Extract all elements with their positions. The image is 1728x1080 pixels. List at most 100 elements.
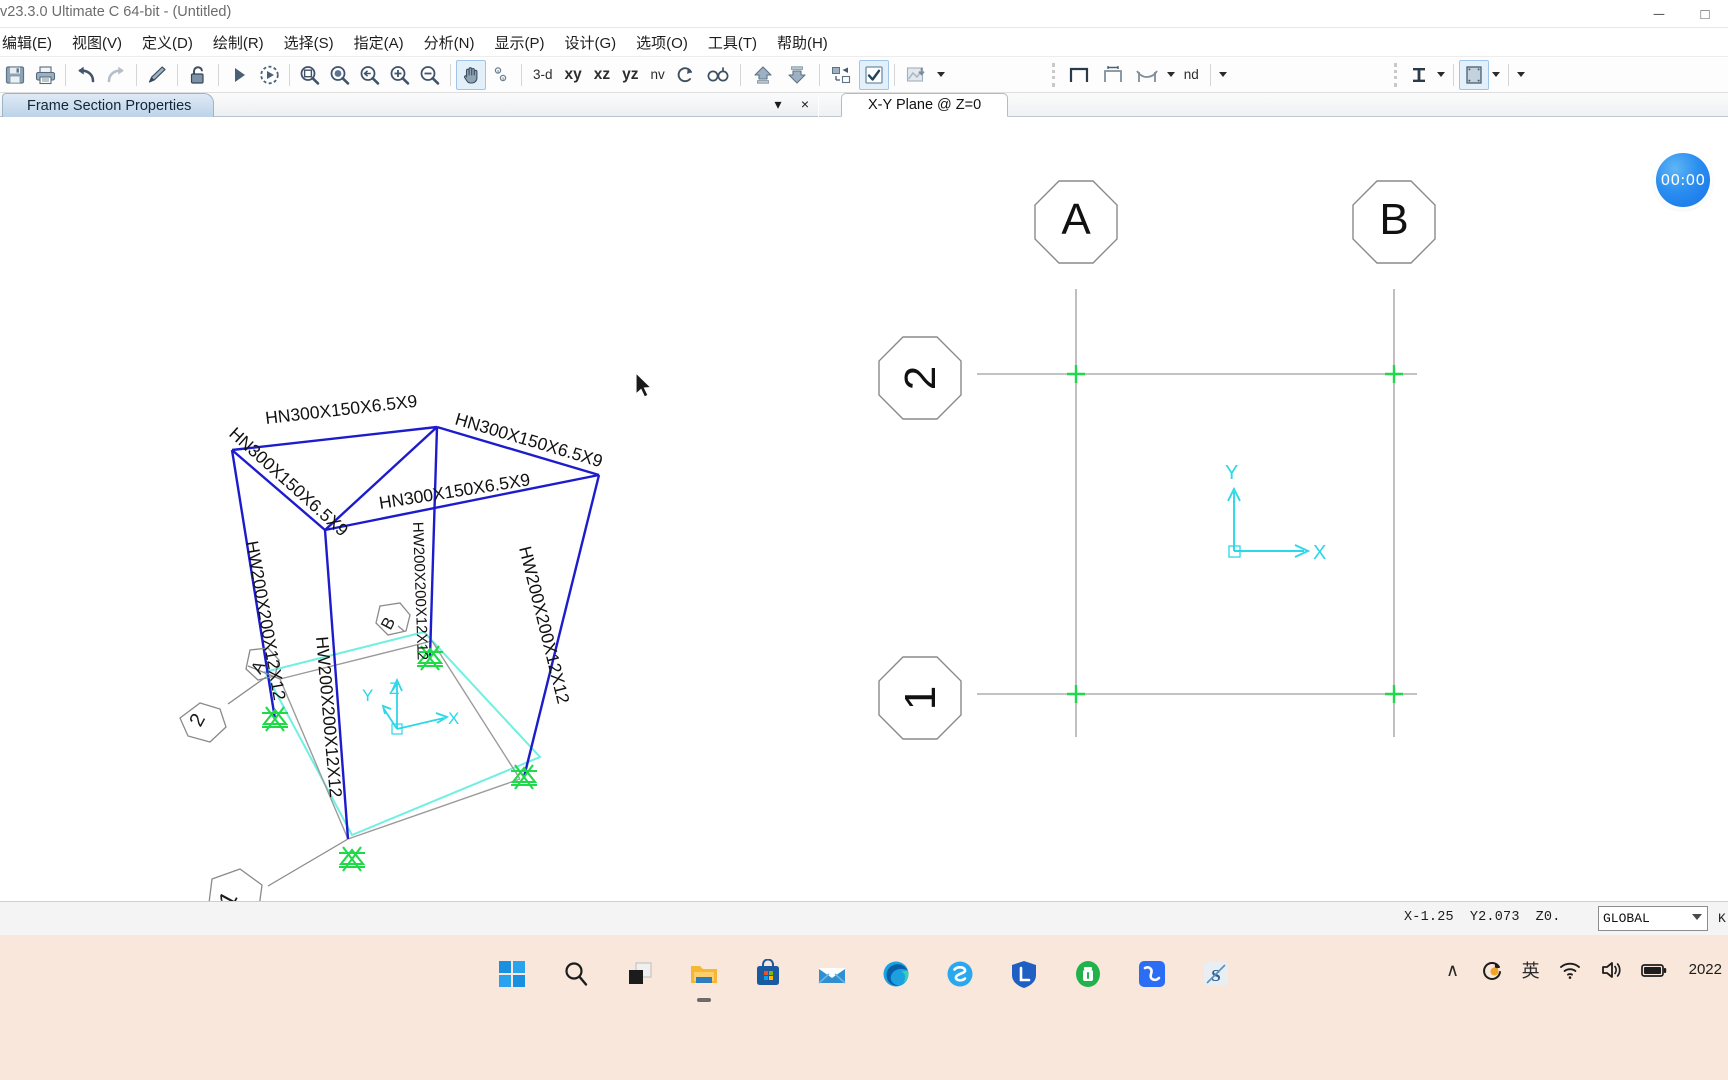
check-model-icon[interactable] (858, 59, 889, 90)
model-3d-canvas[interactable]: A B 1 2 Z X Y HN300X150X6.5X9 HN300X150X… (0, 117, 818, 901)
toolbar-separator (1507, 63, 1509, 86)
start-button[interactable] (491, 953, 533, 995)
menu-assign[interactable]: 指定(A) (344, 30, 414, 55)
print-icon[interactable] (30, 60, 60, 90)
menu-draw[interactable]: 绘制(R) (203, 30, 274, 55)
toolbar-grip[interactable] (1393, 62, 1397, 87)
set-select-mode-icon[interactable] (825, 60, 859, 90)
view-xz-button[interactable]: xz (588, 66, 616, 84)
wps-icon[interactable] (1131, 953, 1173, 995)
edge-icon[interactable] (875, 953, 917, 995)
battery-icon[interactable] (1640, 957, 1668, 983)
view-xy-button[interactable]: xy (559, 66, 588, 84)
section-i-beam-icon[interactable] (1404, 60, 1434, 90)
menu-display[interactable]: 显示(P) (484, 30, 554, 55)
nd-caret-icon[interactable] (1216, 60, 1230, 90)
menu-view[interactable]: 视图(V) (62, 30, 132, 55)
section-caret-icon[interactable] (1434, 60, 1448, 90)
menu-bar: 编辑(E) 视图(V) 定义(D) 绘制(R) 选择(S) 指定(A) 分析(N… (0, 28, 1728, 57)
move-up-icon[interactable] (746, 60, 780, 90)
menu-edit[interactable]: 编辑(E) (0, 30, 62, 55)
zoom-previous-icon[interactable] (355, 60, 385, 90)
tray-chevron-up-icon[interactable]: ∧ (1443, 957, 1463, 983)
model-grid-bubble-b: B (377, 614, 399, 633)
svg-text:S: S (1211, 966, 1220, 985)
sync-icon[interactable] (1480, 957, 1504, 983)
run-analysis-icon[interactable] (224, 60, 254, 90)
lenovo-icon[interactable] (1003, 953, 1045, 995)
draw-cable-icon[interactable] (1130, 60, 1164, 90)
redo-icon[interactable] (101, 60, 131, 90)
run-analysis-options-icon[interactable] (254, 60, 284, 90)
panel-close-icon[interactable]: × (798, 95, 812, 113)
view-tab-strip: X-Y Plane @ Z=0 (819, 93, 1728, 117)
maximize-button[interactable]: □ (1682, 0, 1728, 28)
model-3d-view[interactable]: A B 1 2 Z X Y HN300X150X6.5X9 HN300X150X… (0, 117, 818, 901)
menu-design[interactable]: 设计(G) (554, 30, 626, 55)
file-explorer-icon[interactable] (683, 953, 725, 1002)
rubber-band-zoom-icon[interactable]: a a (486, 60, 516, 90)
nd-button[interactable]: nd (1178, 67, 1205, 82)
area-section-icon[interactable] (1458, 59, 1489, 90)
edit-pen-icon[interactable] (142, 60, 172, 90)
toolbar-separator (739, 63, 741, 86)
view-3d-button[interactable]: 3-d (527, 67, 559, 82)
move-down-icon[interactable] (780, 60, 814, 90)
menu-define[interactable]: 定义(D) (132, 30, 203, 55)
zoom-out-icon[interactable] (415, 60, 445, 90)
2345-browser-icon[interactable] (939, 953, 981, 995)
menu-select[interactable]: 选择(S) (274, 30, 344, 55)
save-icon[interactable] (0, 60, 30, 90)
grid-bubble-b-label: B (1379, 195, 1408, 244)
toolbar-grip[interactable] (1051, 62, 1055, 87)
mouse-cursor (635, 371, 653, 398)
toolbar-separator (818, 63, 820, 86)
draw-frame-icon[interactable] (1062, 60, 1096, 90)
microsoft-store-icon[interactable] (747, 953, 789, 995)
search-icon[interactable] (555, 953, 597, 995)
lock-unlock-icon[interactable] (183, 60, 213, 90)
wifi-icon[interactable] (1558, 957, 1582, 983)
ime-indicator[interactable]: 英 (1521, 957, 1541, 983)
display-options-icon[interactable] (900, 60, 934, 90)
undo-icon[interactable] (71, 60, 101, 90)
view-nv-button[interactable]: nv (645, 67, 671, 82)
menu-tools[interactable]: 工具(T) (698, 30, 767, 55)
zoom-in-icon[interactable] (385, 60, 415, 90)
title-bar: v23.3.0 Ultimate C 64-bit - (Untitled) ─… (0, 0, 1728, 28)
minimize-button[interactable]: ─ (1636, 0, 1682, 28)
sap2000-icon[interactable]: S (1195, 953, 1237, 995)
menu-options[interactable]: 选项(O) (626, 30, 698, 55)
zoom-window-icon[interactable] (295, 60, 325, 90)
column-label-back: HW200X200X12X12 (409, 522, 431, 661)
beam-label-top-left: HN300X150X6.5X9 (264, 391, 418, 428)
menu-help[interactable]: 帮助(H) (767, 30, 838, 55)
panel-menu-caret-icon[interactable]: ▾ (771, 95, 785, 113)
taskbar-clock[interactable]: 2022 (1689, 961, 1722, 978)
toolbar-overflow-caret-icon[interactable] (1514, 60, 1528, 90)
tab-xy-plane[interactable]: X-Y Plane @ Z=0 (841, 93, 1009, 117)
coordinate-system-dropdown[interactable]: GLOBAL (1598, 906, 1708, 931)
pan-hand-icon[interactable] (456, 59, 486, 90)
perspective-glasses-icon[interactable] (701, 60, 735, 90)
draw-braced-frame-icon[interactable] (1096, 60, 1130, 90)
volume-icon[interactable] (1599, 957, 1623, 983)
beam-label-top-right: HN300X150X6.5X9 (453, 409, 605, 472)
xy-plane-canvas-wrap[interactable]: A B 2 1 Y X 00:00 (819, 117, 1728, 901)
xy-plane-canvas[interactable]: A B 2 1 Y X (819, 117, 1728, 901)
tab-frame-section-properties[interactable]: Frame Section Properties (2, 93, 215, 117)
zoom-full-icon[interactable] (325, 60, 355, 90)
task-view-icon[interactable] (619, 953, 661, 995)
display-options-caret-icon[interactable] (934, 60, 948, 90)
area-section-caret-icon[interactable] (1489, 60, 1503, 90)
draw-cable-caret-icon[interactable] (1164, 60, 1178, 90)
mail-icon[interactable] (811, 953, 853, 995)
chevron-down-icon[interactable] (1692, 914, 1702, 920)
view-yz-button[interactable]: yz (616, 66, 644, 84)
beam-label-mid-right: HN300X150X6.5X9 (377, 469, 531, 513)
toolbar-separator (289, 63, 290, 86)
system-tray: ∧ 英 2022 (1443, 957, 1722, 983)
rotate-3d-icon[interactable] (671, 60, 701, 90)
security-icon[interactable] (1067, 953, 1109, 995)
menu-analyze[interactable]: 分析(N) (414, 30, 485, 55)
